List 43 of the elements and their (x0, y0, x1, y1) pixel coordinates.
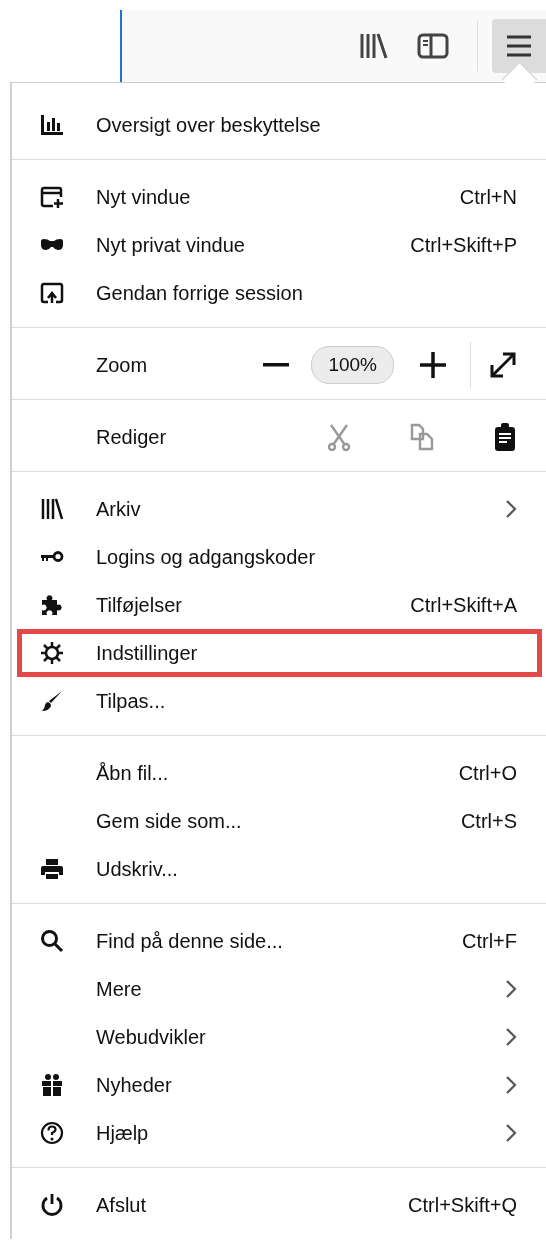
help-icon (40, 1121, 64, 1145)
settings-icon (40, 641, 64, 665)
menu-item[interactable]: Mere (17, 965, 542, 1013)
puzzle-icon (40, 593, 64, 617)
zoom-label: Zoom (96, 353, 149, 377)
menu-item[interactable]: Nyheder (17, 1061, 542, 1109)
expand-arrows-icon (489, 351, 517, 379)
menu-item[interactable]: Afslut Ctrl+Skift+Q (17, 1181, 542, 1229)
menu-item[interactable]: Indstillinger (17, 629, 542, 677)
bar-chart-icon (40, 113, 64, 137)
sidebar-icon[interactable] (417, 32, 449, 60)
printer-icon (40, 857, 64, 881)
gift-icon (40, 1073, 64, 1097)
minus-icon (263, 363, 290, 367)
menu-item[interactable]: Gendan forrige session (17, 269, 542, 317)
menu-item[interactable]: Hjælp (17, 1109, 542, 1157)
restore-window-icon (40, 281, 64, 305)
library-icon (40, 497, 64, 521)
plus-icon (420, 352, 446, 378)
menu-item[interactable]: Åbn fil... Ctrl+O (17, 749, 542, 797)
menu-item[interactable]: Find på denne side... Ctrl+F (17, 917, 542, 965)
menu-item[interactable]: Webudvikler (17, 1013, 542, 1061)
power-icon (40, 1193, 64, 1217)
scissors-icon (327, 423, 351, 451)
library-icon[interactable] (359, 32, 389, 60)
copy-icon (409, 423, 435, 451)
menu-item[interactable]: Nyt privat vindue Ctrl+Skift+P (17, 221, 542, 269)
search-icon (40, 929, 64, 953)
menu-item[interactable]: Logins og adgangskoder (17, 533, 542, 581)
menu-item[interactable]: Oversigt over beskyttelse (17, 101, 542, 149)
brush-icon (40, 689, 64, 713)
zoom-reset-button[interactable]: 100% (311, 346, 394, 384)
menu-item[interactable]: Udskriv... (17, 845, 542, 893)
menu-item[interactable]: Gem side som... Ctrl+S (17, 797, 542, 845)
menu-item[interactable]: Arkiv (17, 485, 542, 533)
new-window-icon (40, 185, 64, 209)
menu-item[interactable]: Tilføjelser Ctrl+Skift+A (17, 581, 542, 629)
menu-item[interactable]: Nyt vindue Ctrl+N (17, 173, 542, 221)
menu-icon (506, 34, 532, 58)
menu-item[interactable]: Tilpas... (17, 677, 542, 725)
edit-label: Rediger (96, 425, 168, 449)
clipboard-icon (493, 422, 517, 452)
paste-button[interactable] (493, 422, 517, 452)
